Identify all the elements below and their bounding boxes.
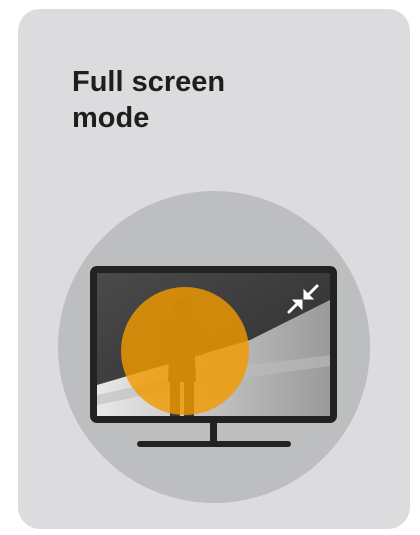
full-screen-illustration: [58, 191, 370, 503]
highlight-circle: [121, 287, 249, 415]
screen-photo: [97, 273, 330, 416]
monitor-base: [137, 441, 291, 447]
